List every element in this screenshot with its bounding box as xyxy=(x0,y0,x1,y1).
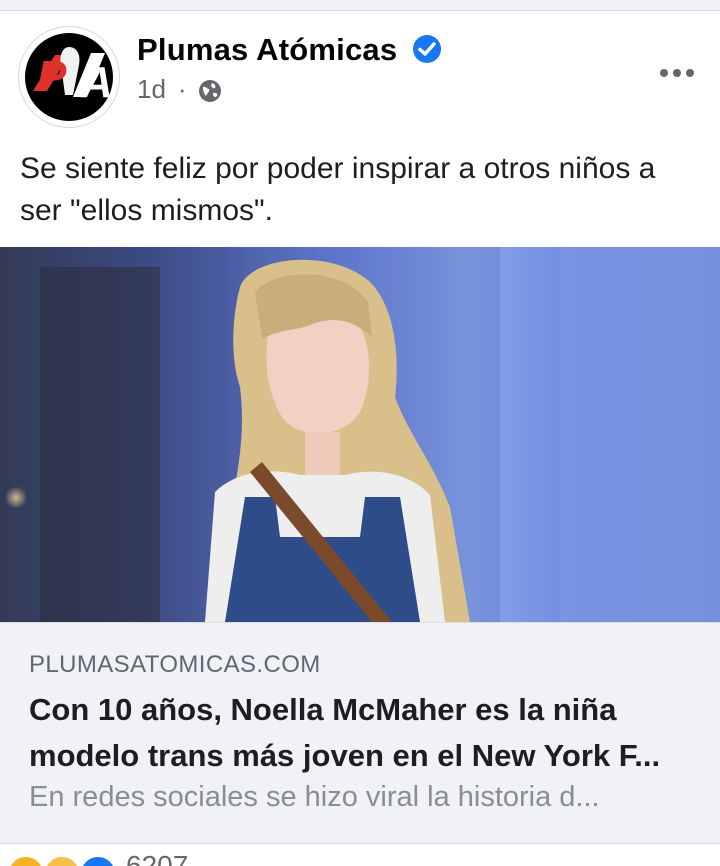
page-avatar[interactable]: P A xyxy=(18,26,120,128)
feed-separator xyxy=(0,0,720,11)
sad-icon xyxy=(42,854,82,866)
logo-mark: P A xyxy=(33,47,113,107)
verified-badge-icon xyxy=(413,35,441,63)
post-time[interactable]: 1d xyxy=(137,74,166,105)
page-name[interactable]: Plumas Atómicas xyxy=(137,32,397,68)
link-description: En redes sociales se hizo viral la histo… xyxy=(29,781,600,813)
like-icon xyxy=(78,854,118,866)
dot-icon xyxy=(660,69,668,77)
reactions-bar[interactable]: 6207 xyxy=(0,846,720,866)
link-preview-image[interactable] xyxy=(0,247,720,622)
photo-illustration xyxy=(2,247,720,622)
post-text: Se siente feliz por poder inspirar a otr… xyxy=(20,152,656,227)
svg-text:P: P xyxy=(37,52,67,101)
more-options-button[interactable] xyxy=(660,64,700,77)
haha-icon xyxy=(6,854,46,866)
post-header: P A Plumas Atómicas 1d · xyxy=(0,22,720,132)
avatar-logo: P A xyxy=(25,33,113,121)
link-domain: PLUMASATOMICAS.COM xyxy=(29,651,321,678)
globe-icon xyxy=(198,79,221,102)
dot-icon xyxy=(673,69,681,77)
meta-separator: · xyxy=(177,74,187,104)
link-headline[interactable]: Con 10 años, Noella McMaher es la niña m… xyxy=(29,687,699,779)
svg-text:A: A xyxy=(80,58,113,107)
dot-icon xyxy=(686,69,694,77)
reaction-count[interactable]: 6207 xyxy=(126,850,188,866)
post-meta: 1d · xyxy=(137,74,223,105)
link-preview[interactable]: PLUMASATOMICAS.COM Con 10 años, Noella M… xyxy=(0,622,720,844)
